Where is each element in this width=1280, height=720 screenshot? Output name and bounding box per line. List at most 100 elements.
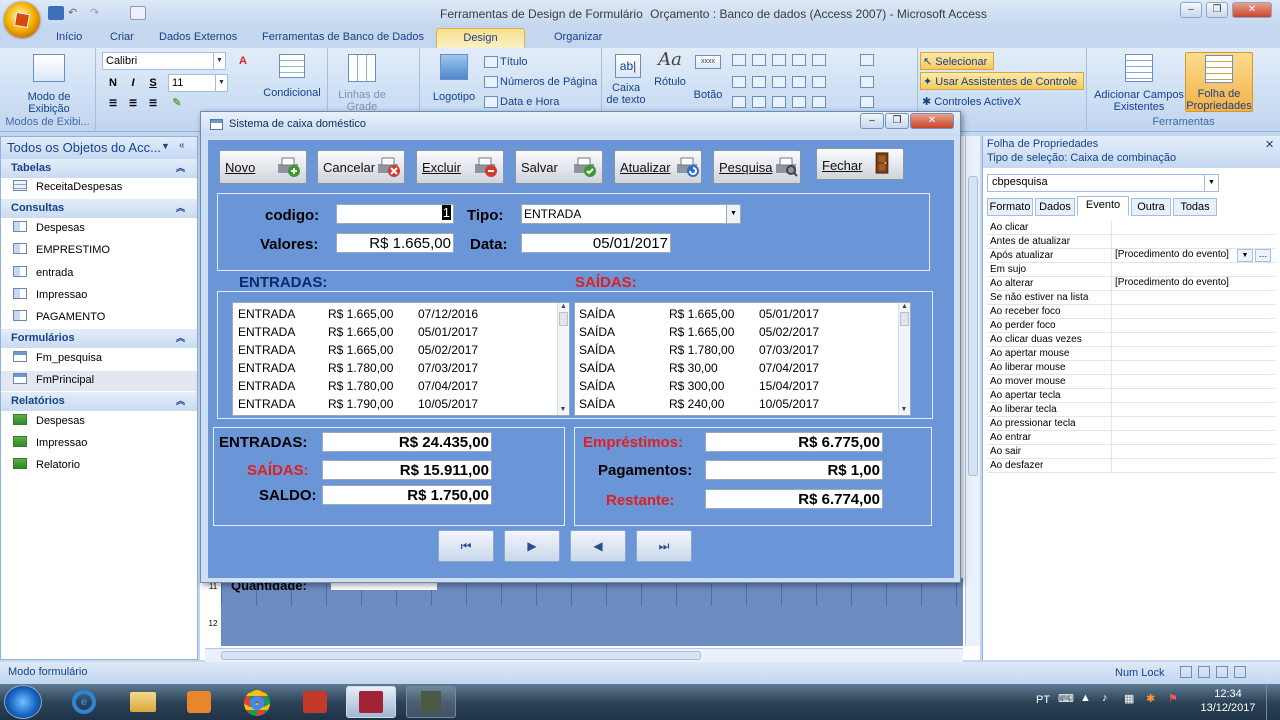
underline-button[interactable]: S	[144, 75, 162, 91]
tab-ferramentas-banco[interactable]: Ferramentas de Banco de Dados	[262, 31, 424, 43]
novo-button[interactable]: Novo	[219, 150, 307, 184]
use-wizards-button[interactable]: ✦ Usar Assistentes de Controle	[920, 72, 1084, 90]
line-thickness-icon[interactable]	[860, 76, 874, 88]
filezilla-icon[interactable]	[290, 686, 340, 718]
previous-record-button[interactable]: ◀	[570, 530, 626, 562]
redo-icon[interactable]: ↷	[90, 6, 106, 20]
property-row[interactable]: Ao apertar mouse	[987, 347, 1275, 361]
form-window-titlebar[interactable]: Sistema de caixa doméstico	[201, 112, 960, 136]
nav-section-consultas[interactable]: Consultas ︽	[1, 199, 197, 218]
nav-section-formularios[interactable]: Formulários ︽	[1, 329, 197, 348]
close-button[interactable]: ✕	[1232, 2, 1272, 18]
tab-design[interactable]: Design	[436, 28, 525, 48]
media-player-icon[interactable]	[174, 686, 224, 718]
design-view-icon[interactable]	[1234, 666, 1246, 678]
tab-dados[interactable]: Dados	[1035, 198, 1075, 216]
textbox-button[interactable]: ab| Caixa de texto	[606, 54, 650, 106]
control-icon[interactable]	[812, 76, 826, 88]
property-sheet-button[interactable]: Folha de Propriedades	[1185, 52, 1253, 112]
property-row[interactable]: Ao liberar mouse	[987, 361, 1275, 375]
restore-button[interactable]: ❐	[1206, 2, 1228, 18]
property-row[interactable]: Ao perder foco	[987, 319, 1275, 333]
nav-item-impressao-report[interactable]: Impressao	[13, 436, 87, 454]
datasheet-view-icon[interactable]	[1198, 666, 1210, 678]
property-row[interactable]: Ao entrar	[987, 431, 1275, 445]
font-name-select[interactable]: Calibri ▼	[102, 52, 226, 70]
control-icon[interactable]	[732, 54, 746, 66]
nav-item-pagamento[interactable]: PAGAMENTO	[13, 310, 105, 328]
horizontal-scrollbar[interactable]	[205, 648, 963, 662]
layout-view-icon[interactable]	[1216, 666, 1228, 678]
office-button[interactable]	[4, 2, 40, 38]
property-row[interactable]: Ao receber foco	[987, 305, 1275, 319]
nav-item-despesas-report[interactable]: Despesas	[13, 414, 85, 432]
property-row[interactable]: Ao clicar duas vezes	[987, 333, 1275, 347]
minimize-button[interactable]: –	[1180, 2, 1202, 18]
property-value[interactable]	[1111, 361, 1275, 375]
volume-icon[interactable]: ♪	[1102, 692, 1108, 704]
property-row[interactable]: Antes de atualizar	[987, 235, 1275, 249]
property-value[interactable]	[1111, 389, 1275, 403]
scroll-thumb[interactable]	[221, 651, 701, 660]
control-icon[interactable]	[752, 96, 766, 108]
tab-organizar[interactable]: Organizar	[554, 31, 602, 43]
property-row[interactable]: Ao desfazer	[987, 459, 1275, 473]
align-right-icon[interactable]: ☰	[144, 95, 162, 111]
nav-item-fmprincipal[interactable]: FmPrincipal	[1, 371, 197, 391]
network-icon[interactable]: ▦	[1124, 692, 1134, 705]
app-taskbar-icon[interactable]	[406, 686, 456, 718]
logo-button[interactable]: Logotipo	[428, 54, 480, 103]
property-value[interactable]	[1111, 263, 1275, 277]
format-painter-icon[interactable]: ✎	[168, 95, 186, 111]
saidas-list[interactable]: SAÍDA R$ 1.665,00 05/01/2017 SAÍDA R$ 1.665,…	[574, 302, 911, 416]
salvar-button[interactable]: Salvar	[515, 150, 603, 184]
control-icon[interactable]	[792, 76, 806, 88]
form-close-button[interactable]: ✕	[910, 113, 954, 129]
control-icon[interactable]	[792, 54, 806, 66]
tab-formato[interactable]: Formato	[987, 198, 1033, 216]
chevron-down-icon[interactable]: ▼	[1237, 249, 1253, 262]
builder-button[interactable]: …	[1255, 249, 1271, 262]
property-value[interactable]	[1111, 403, 1275, 417]
button-button[interactable]: xxxx Botão	[690, 54, 726, 101]
font-size-select[interactable]: 11 ▼	[168, 74, 228, 92]
chevron-down-icon[interactable]: ▼	[726, 205, 740, 223]
cancelar-button[interactable]: Cancelar	[317, 150, 405, 184]
property-value[interactable]	[1111, 319, 1275, 333]
language-indicator[interactable]: PT	[1036, 694, 1050, 706]
clock[interactable]: 12:34 13/12/2017	[1200, 688, 1256, 714]
page-numbers-button[interactable]: Números de Página	[500, 76, 597, 88]
access-taskbar-icon[interactable]	[346, 686, 396, 718]
property-value[interactable]	[1111, 445, 1275, 459]
codigo-field[interactable]: 1	[336, 204, 454, 224]
control-icon[interactable]	[732, 76, 746, 88]
close-icon[interactable]: ✕	[1265, 138, 1274, 151]
quick-access-customize-icon[interactable]	[130, 6, 146, 20]
align-left-icon[interactable]: ☰	[104, 95, 122, 111]
nav-item-emprestimo[interactable]: EMPRESTIMO	[13, 243, 110, 261]
chevron-down-icon[interactable]: ▼	[161, 141, 170, 151]
view-button[interactable]: Modo de Exibição	[22, 54, 76, 115]
align-center-icon[interactable]: ☰	[124, 95, 142, 111]
property-row[interactable]: Ao liberar tecla	[987, 403, 1275, 417]
font-color-icon[interactable]: A	[234, 53, 252, 69]
property-value[interactable]: [Procedimento do evento]	[1111, 277, 1275, 291]
control-icon[interactable]	[752, 76, 766, 88]
next-record-button[interactable]: ▶	[504, 530, 560, 562]
italic-button[interactable]: I	[124, 75, 142, 91]
pesquisa-button[interactable]: Pesquisa	[713, 150, 801, 184]
control-icon[interactable]	[772, 76, 786, 88]
date-time-button[interactable]: Data e Hora	[500, 96, 559, 108]
show-desktop-button[interactable]	[1266, 684, 1280, 720]
property-row[interactable]: Em sujo	[987, 263, 1275, 277]
property-value[interactable]	[1111, 333, 1275, 347]
activex-button[interactable]: ✱ Controles ActiveX	[920, 93, 1040, 111]
nav-item-despesas-query[interactable]: Despesas	[13, 221, 85, 239]
first-record-button[interactable]: ⏮	[438, 530, 494, 562]
chrome-icon[interactable]	[232, 686, 282, 718]
windows-start-icon[interactable]	[4, 685, 42, 719]
select-button[interactable]: ↖ Selecionar	[920, 52, 994, 70]
action-center-icon[interactable]: ⚑	[1168, 692, 1178, 705]
bold-button[interactable]: N	[104, 75, 122, 91]
property-value[interactable]	[1111, 347, 1275, 361]
